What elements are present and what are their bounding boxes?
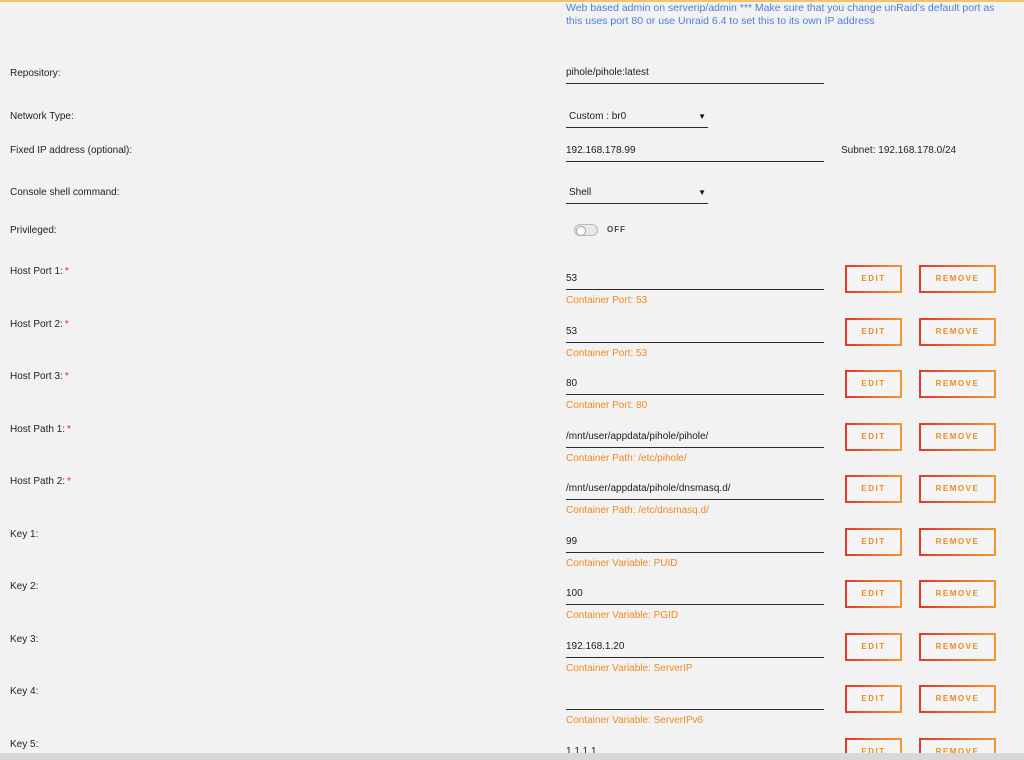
- network-type-select[interactable]: Custom : br0 ▼: [566, 110, 708, 128]
- edit-button[interactable]: EDIT: [845, 370, 902, 398]
- container-mapping-note: Container Path: /etc/dnsmasq.d/: [566, 505, 709, 516]
- required-marker: *: [64, 266, 69, 277]
- edit-button[interactable]: EDIT: [845, 318, 902, 346]
- mapping-input[interactable]: 192.168.1.20: [566, 640, 824, 658]
- mapping-label: Host Path 1: *: [10, 424, 71, 435]
- mapping-label: Key 4:: [10, 686, 38, 697]
- container-settings-page: Web based admin on serverip/admin *** Ma…: [0, 0, 1024, 760]
- mapping-label: Host Port 2: *: [10, 319, 69, 330]
- repository-input[interactable]: pihole/pihole:latest: [566, 66, 824, 84]
- edit-button[interactable]: EDIT: [845, 265, 902, 293]
- toggle-knob: [576, 226, 586, 236]
- mapping-label: Host Path 2: *: [10, 476, 71, 487]
- mapping-input[interactable]: 99: [566, 535, 824, 553]
- edit-button[interactable]: EDIT: [845, 580, 902, 608]
- privileged-label: Privileged:: [10, 225, 57, 236]
- bottom-scroll-region: [0, 753, 1024, 760]
- mapping-input[interactable]: /mnt/user/appdata/pihole/pihole/: [566, 430, 824, 448]
- fixed-ip-label: Fixed IP address (optional):: [10, 145, 133, 156]
- mapping-label: Host Port 3: *: [10, 371, 69, 382]
- mapping-value: /mnt/user/appdata/pihole/dnsmasq.d/: [566, 483, 731, 494]
- mapping-label: Key 5:: [10, 739, 38, 750]
- required-marker: *: [64, 371, 69, 382]
- mapping-value: 80: [566, 378, 578, 389]
- mapping-value: 100: [566, 588, 583, 599]
- network-type-value: Custom : br0: [569, 111, 627, 122]
- repository-value: pihole/pihole:latest: [566, 67, 649, 78]
- edit-button[interactable]: EDIT: [845, 475, 902, 503]
- mapping-input[interactable]: 80: [566, 377, 824, 395]
- mapping-input[interactable]: [566, 692, 824, 710]
- mapping-label: Host Port 1: *: [10, 266, 69, 277]
- mapping-label-text: Host Path 2:: [10, 476, 66, 487]
- privileged-toggle[interactable]: [574, 224, 598, 236]
- mapping-input[interactable]: 53: [566, 272, 824, 290]
- mapping-value: 53: [566, 273, 578, 284]
- mapping-input[interactable]: /mnt/user/appdata/pihole/dnsmasq.d/: [566, 482, 824, 500]
- mapping-value: 192.168.1.20: [566, 641, 625, 652]
- edit-button[interactable]: EDIT: [845, 633, 902, 661]
- mapping-label-text: Host Path 1:: [10, 424, 66, 435]
- container-mapping-note: Container Path: /etc/pihole/: [566, 453, 687, 464]
- caret-down-icon: ▼: [698, 188, 706, 197]
- remove-button[interactable]: REMOVE: [919, 265, 996, 293]
- mapping-value: /mnt/user/appdata/pihole/pihole/: [566, 431, 709, 442]
- container-mapping-note: Container Variable: PUID: [566, 558, 678, 569]
- network-type-label: Network Type:: [10, 111, 74, 122]
- subnet-info: Subnet: 192.168.178.0/24: [841, 145, 957, 156]
- required-marker: *: [67, 424, 71, 435]
- required-marker: *: [64, 319, 69, 330]
- container-mapping-note: Container Port: 53: [566, 348, 648, 359]
- mapping-input[interactable]: 53: [566, 325, 824, 343]
- fixed-ip-value: 192.168.178.99: [566, 145, 636, 156]
- remove-button[interactable]: REMOVE: [919, 370, 996, 398]
- remove-button[interactable]: REMOVE: [919, 423, 996, 451]
- mapping-label: Key 1:: [10, 529, 38, 540]
- mapping-label-text: Key 1:: [10, 529, 39, 540]
- remove-button[interactable]: REMOVE: [919, 475, 996, 503]
- container-mapping-note: Container Variable: PGID: [566, 610, 679, 621]
- remove-button[interactable]: REMOVE: [919, 580, 996, 608]
- mapping-label-text: Host Port 3:: [10, 371, 63, 382]
- edit-button[interactable]: EDIT: [845, 685, 902, 713]
- mapping-label-text: Host Port 2:: [10, 319, 63, 330]
- mapping-label-text: Key 5:: [10, 739, 39, 750]
- container-description: Web based admin on serverip/admin *** Ma…: [566, 2, 995, 27]
- remove-button[interactable]: REMOVE: [919, 318, 996, 346]
- console-shell-value: Shell: [569, 187, 592, 198]
- mapping-value: 99: [566, 536, 578, 547]
- caret-down-icon: ▼: [698, 112, 706, 121]
- mapping-label: Key 3:: [10, 634, 38, 645]
- mapping-label-text: Key 4:: [10, 686, 39, 697]
- console-shell-label: Console shell command:: [10, 187, 120, 198]
- edit-button[interactable]: EDIT: [845, 423, 902, 451]
- console-shell-select[interactable]: Shell ▼: [566, 186, 708, 204]
- mapping-value: 53: [566, 326, 578, 337]
- remove-button[interactable]: REMOVE: [919, 685, 996, 713]
- container-mapping-note: Container Port: 53: [566, 295, 648, 306]
- container-mapping-note: Container Variable: ServerIPv6: [566, 715, 704, 726]
- mapping-label-text: Key 2:: [10, 581, 39, 592]
- required-marker: *: [67, 476, 71, 487]
- mapping-label: Key 2:: [10, 581, 38, 592]
- container-mapping-note: Container Variable: ServerIP: [566, 663, 693, 674]
- remove-button[interactable]: REMOVE: [919, 528, 996, 556]
- edit-button[interactable]: EDIT: [845, 528, 902, 556]
- fixed-ip-input[interactable]: 192.168.178.99: [566, 144, 824, 162]
- privileged-state: OFF: [607, 225, 626, 234]
- repository-label: Repository:: [10, 68, 61, 79]
- remove-button[interactable]: REMOVE: [919, 633, 996, 661]
- mapping-label-text: Key 3:: [10, 634, 39, 645]
- mapping-input[interactable]: 100: [566, 587, 824, 605]
- mapping-label-text: Host Port 1:: [10, 266, 63, 277]
- container-mapping-note: Container Port: 80: [566, 400, 648, 411]
